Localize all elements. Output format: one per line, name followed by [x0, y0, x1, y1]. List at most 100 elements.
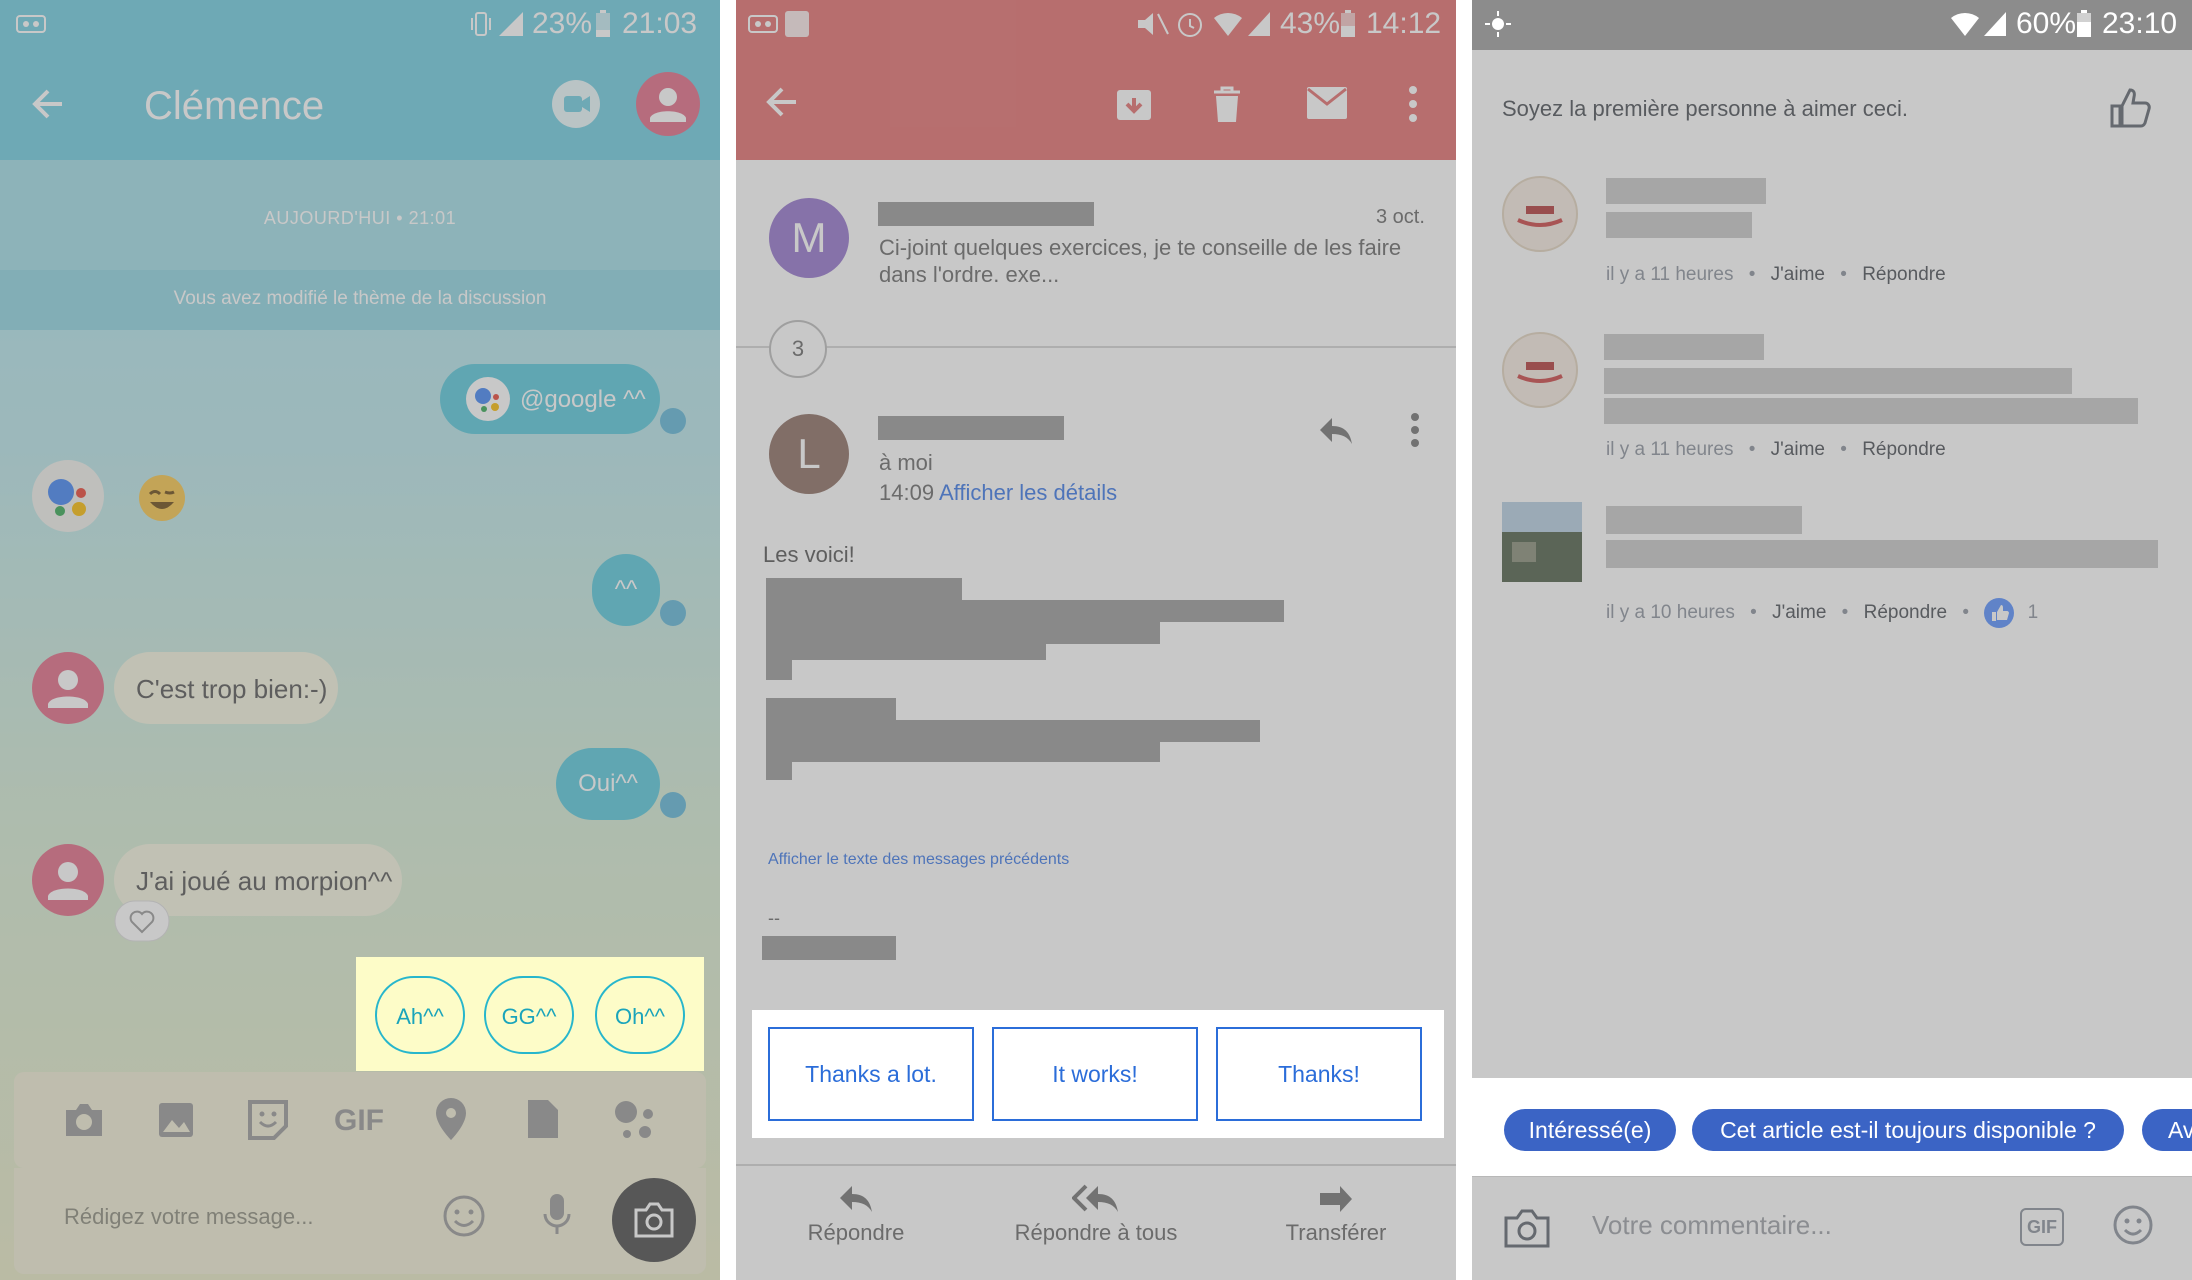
- smart-reply-chip[interactable]: It works!: [992, 1027, 1198, 1121]
- assistant-icon[interactable]: [612, 1098, 658, 1142]
- gallery-icon[interactable]: [156, 1100, 196, 1140]
- comment-meta: il y a 11 heures • J'aime • Répondre: [1606, 264, 1946, 286]
- redacted-sender: [878, 416, 1064, 440]
- gif-button[interactable]: GIF: [334, 1104, 384, 1138]
- contact-avatar[interactable]: [636, 72, 700, 136]
- more-vert-icon[interactable]: [1408, 84, 1418, 124]
- smart-reply-chip[interactable]: Thanks a lot.: [768, 1027, 974, 1121]
- message-input[interactable]: Rédigez votre message...: [64, 1204, 313, 1230]
- outgoing-message[interactable]: Oui^^: [556, 748, 660, 820]
- message-snippet[interactable]: Ci-joint quelques exercices, je te conse…: [879, 234, 1419, 288]
- mute-icon: [1136, 10, 1170, 38]
- reply-comment-link[interactable]: Répondre: [1862, 439, 1945, 460]
- smart-reply-chip[interactable]: Thanks!: [1216, 1027, 1422, 1121]
- smart-reply-chip[interactable]: Oh^^: [595, 976, 685, 1054]
- message-text: C'est trop bien:-): [136, 674, 328, 704]
- commenter-photo[interactable]: [1502, 502, 1582, 582]
- time-text: 14:09: [879, 480, 935, 505]
- reply-comment-link[interactable]: Répondre: [1864, 602, 1947, 623]
- smart-reply-chip[interactable]: GG^^: [484, 976, 574, 1054]
- google-assistant-icon: [466, 377, 510, 421]
- location-pin-icon[interactable]: [434, 1096, 468, 1142]
- camera-icon[interactable]: [62, 1100, 106, 1140]
- clock: 21:03: [622, 7, 698, 40]
- contact-avatar[interactable]: [32, 652, 104, 724]
- like-comment-link[interactable]: J'aime: [1771, 264, 1825, 285]
- more-vert-icon[interactable]: [1410, 412, 1420, 448]
- reply-icon[interactable]: [1316, 414, 1356, 446]
- allo-panel: 23% 21:03 Clémence AUJOURD'HUI • 21:01 V…: [0, 0, 720, 1280]
- meta-separator: •: [1840, 439, 1847, 460]
- redacted-signature: [762, 936, 896, 960]
- brightness-icon: [1484, 10, 1512, 38]
- forward-action[interactable]: Transférer: [1216, 1186, 1456, 1246]
- commenter-avatar[interactable]: [1502, 176, 1578, 252]
- redacted-comment: [1604, 368, 2072, 394]
- video-call-icon[interactable]: [552, 80, 600, 128]
- suggestion-chip[interactable]: Av: [2142, 1109, 2192, 1151]
- emoji-icon[interactable]: [442, 1194, 486, 1238]
- smart-reply-chip[interactable]: Ah^^: [375, 976, 465, 1054]
- conversation-title: Clémence: [144, 84, 325, 128]
- reply-all-label: Répondre à tous: [1014, 1220, 1178, 1245]
- sticker-icon[interactable]: [246, 1098, 290, 1142]
- commenter-avatar[interactable]: [1502, 332, 1578, 408]
- reply-all-action[interactable]: Répondre à tous: [976, 1184, 1216, 1246]
- battery-percent: 23%: [532, 7, 593, 40]
- incoming-message[interactable]: C'est trop bien:-): [114, 652, 338, 724]
- archive-icon[interactable]: [1114, 84, 1154, 124]
- mark-unread-icon[interactable]: [1306, 86, 1348, 120]
- message-time: 14:09 Afficher les détails: [879, 480, 1117, 506]
- gif-button[interactable]: GIF: [2020, 1208, 2064, 1246]
- voicemail-icon: [748, 14, 778, 34]
- battery-icon: [1340, 10, 1356, 38]
- winking-emoji-icon: [138, 474, 186, 522]
- gmail-panel: 43% 14:12 M 3 oct. Ci-joint quelques exe…: [736, 0, 1456, 1280]
- message-text: @google ^^: [520, 386, 646, 413]
- meta-separator: •: [1748, 439, 1756, 460]
- vibrate-icon: [470, 10, 492, 38]
- emoji-icon[interactable]: [2112, 1204, 2154, 1246]
- redacted-text: [766, 762, 792, 780]
- sender-avatar: L: [769, 414, 849, 494]
- redacted-text: [766, 720, 1260, 742]
- heart-reaction-icon[interactable]: [114, 900, 170, 942]
- comment-time: il y a 11 heures: [1606, 439, 1734, 460]
- collapsed-count-badge[interactable]: 3: [769, 320, 827, 378]
- suggestion-chip[interactable]: Intéressé(e): [1504, 1109, 1676, 1151]
- back-arrow-icon[interactable]: [30, 86, 66, 122]
- battery-icon: [595, 10, 611, 38]
- outgoing-message[interactable]: @google ^^: [440, 364, 660, 434]
- redacted-comment: [1606, 540, 2158, 568]
- camera-icon[interactable]: [1502, 1206, 1552, 1250]
- show-previous-link[interactable]: Afficher le texte des messages précédent…: [768, 851, 1069, 869]
- message-date: 3 oct.: [1376, 206, 1425, 228]
- like-comment-link[interactable]: J'aime: [1772, 602, 1826, 623]
- document-icon[interactable]: [526, 1098, 560, 1140]
- comment-input[interactable]: Votre commentaire...: [1592, 1210, 1832, 1241]
- contact-avatar[interactable]: [32, 844, 104, 916]
- signal-icon: [1246, 10, 1272, 38]
- details-link[interactable]: Afficher les détails: [939, 480, 1117, 505]
- back-arrow-icon[interactable]: [764, 84, 800, 120]
- facebook-panel: 60% 23:10 Soyez la première personne à a…: [1472, 0, 2192, 1280]
- like-comment-link[interactable]: J'aime: [1771, 439, 1825, 460]
- reply-action[interactable]: Répondre: [736, 1186, 976, 1246]
- thumbs-up-icon[interactable]: [2108, 86, 2152, 130]
- camera-send-button[interactable]: [612, 1178, 696, 1262]
- redacted-text: [766, 698, 896, 720]
- redacted-name: [1606, 178, 1766, 204]
- suggestion-chip[interactable]: Cet article est-il toujours disponible ?: [1692, 1109, 2124, 1151]
- delete-icon[interactable]: [1210, 84, 1244, 124]
- reply-icon: [836, 1184, 876, 1214]
- microphone-icon[interactable]: [542, 1192, 572, 1238]
- signature-separator: --: [768, 908, 780, 928]
- signal-icon: [497, 10, 525, 38]
- redacted-comment: [1604, 398, 2138, 424]
- read-receipt-icon: [660, 408, 686, 434]
- comment-meta: il y a 10 heures • J'aime • Répondre • 1: [1606, 598, 2038, 628]
- outgoing-message[interactable]: ^^: [592, 554, 660, 626]
- app-notification-icon: [784, 10, 810, 38]
- like-reaction-icon[interactable]: [1984, 598, 2015, 628]
- reply-comment-link[interactable]: Répondre: [1862, 264, 1945, 285]
